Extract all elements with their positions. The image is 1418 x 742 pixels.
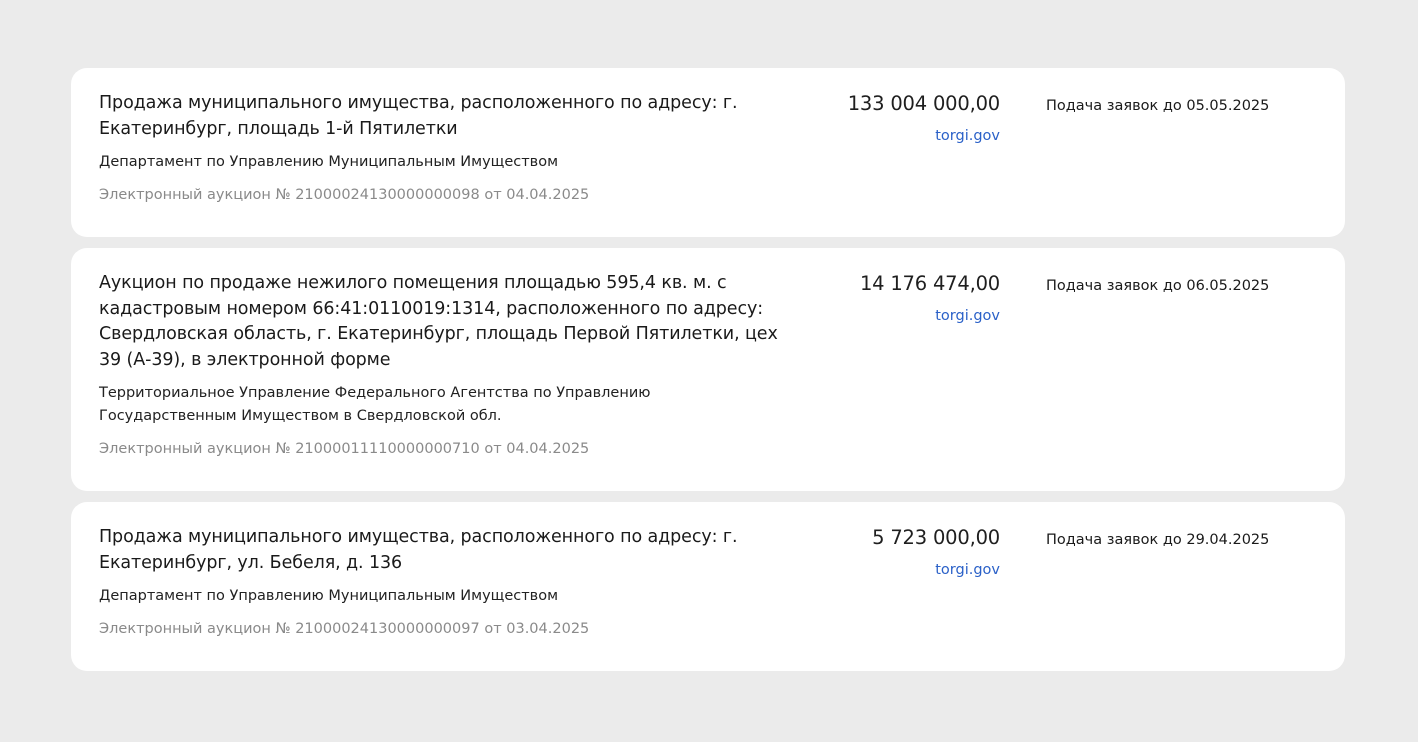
price-column: 5 723 000,00 torgi.gov (872, 524, 1000, 580)
price-column: 14 176 474,00 torgi.gov (860, 270, 1000, 326)
source-link[interactable]: torgi.gov (935, 126, 1000, 146)
application-deadline: Подача заявок до 05.05.2025 (1046, 98, 1270, 114)
auction-organizer: Департамент по Управлению Муниципальным … (99, 588, 559, 604)
auction-card[interactable]: Продажа муниципального имущества, распол… (71, 502, 1345, 671)
auction-card[interactable]: Аукцион по продаже нежилого помещения пл… (71, 248, 1345, 491)
auction-info: Продажа муниципального имущества, распол… (99, 91, 789, 207)
auction-list: Продажа муниципального имущества, распол… (71, 68, 1345, 682)
auction-card[interactable]: Продажа муниципального имущества, распол… (71, 68, 1345, 237)
price-column: 133 004 000,00 torgi.gov (848, 90, 1000, 146)
auction-organizer: Территориальное Управление Федерального … (99, 385, 651, 424)
auction-price: 5 723 000,00 (872, 526, 1000, 549)
auction-title[interactable]: Аукцион по продаже нежилого помещения пл… (99, 271, 789, 373)
source-link[interactable]: torgi.gov (935, 560, 1000, 580)
application-deadline: Подача заявок до 29.04.2025 (1046, 532, 1270, 548)
auction-procedure: Электронный аукцион № 210000111100000007… (99, 441, 590, 457)
auction-title[interactable]: Продажа муниципального имущества, распол… (99, 525, 789, 576)
auction-organizer: Департамент по Управлению Муниципальным … (99, 154, 559, 170)
auction-info: Аукцион по продаже нежилого помещения пл… (99, 271, 789, 461)
auction-price: 14 176 474,00 (859, 272, 1000, 295)
auction-price: 133 004 000,00 (847, 92, 1000, 115)
auction-procedure: Электронный аукцион № 210000241300000000… (99, 187, 590, 203)
application-deadline: Подача заявок до 06.05.2025 (1046, 278, 1270, 294)
auction-title[interactable]: Продажа муниципального имущества, распол… (99, 91, 789, 142)
auction-info: Продажа муниципального имущества, распол… (99, 525, 789, 641)
auction-procedure: Электронный аукцион № 210000241300000000… (99, 621, 590, 637)
source-link[interactable]: torgi.gov (935, 306, 1000, 326)
